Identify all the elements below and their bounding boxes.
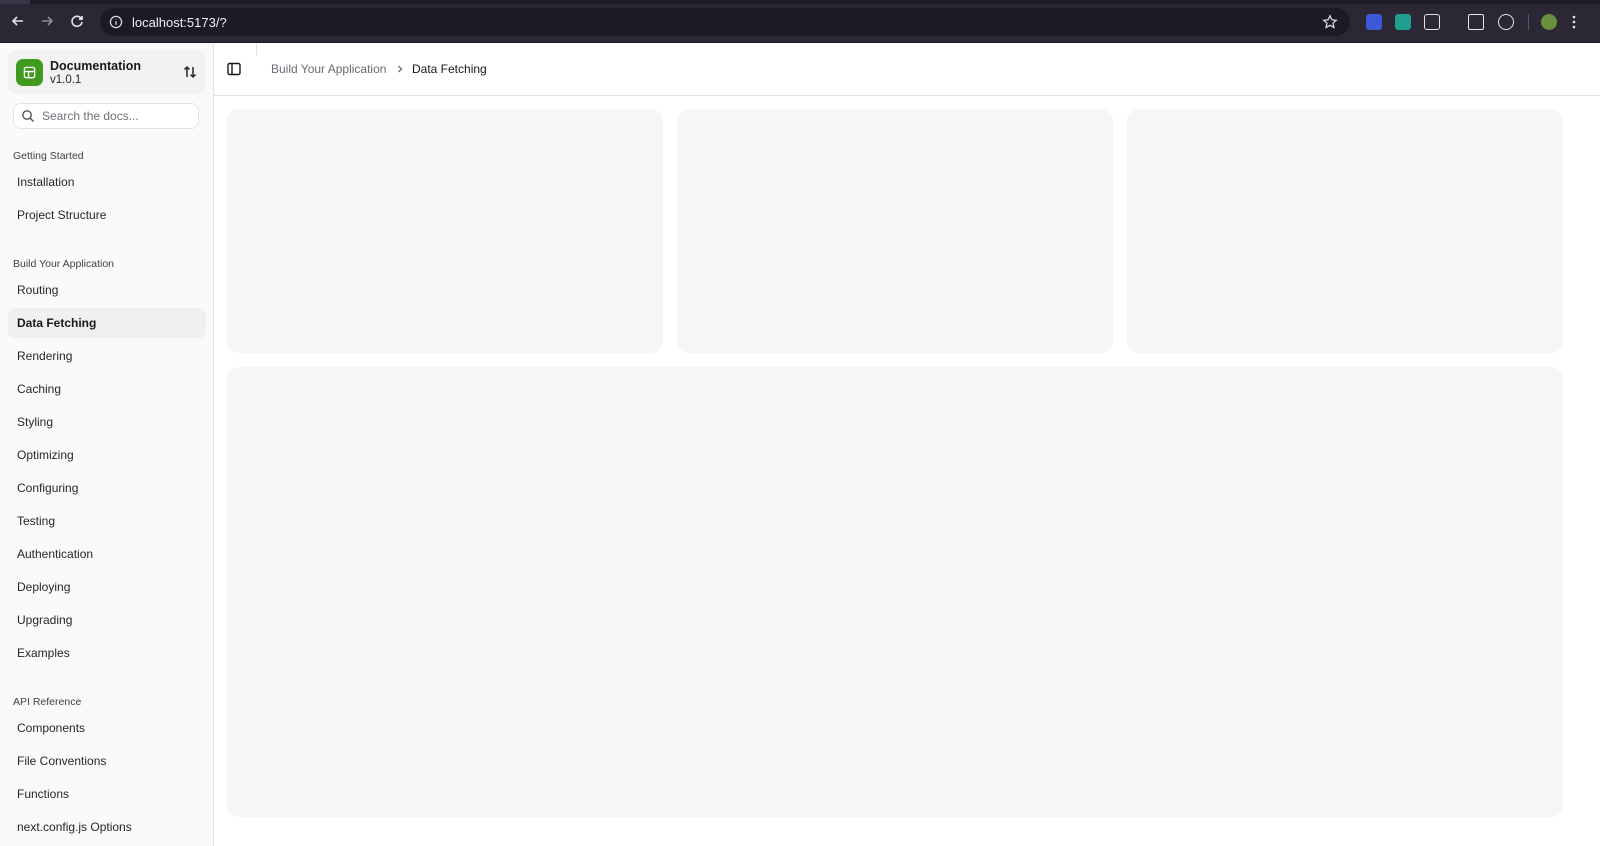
sidebar-item-label: next.config.js Options	[17, 820, 132, 834]
sidebar-item-routing[interactable]: Routing	[8, 275, 206, 305]
placeholder-card-1	[227, 109, 663, 353]
search-box[interactable]	[13, 103, 199, 129]
forward-icon[interactable]	[38, 12, 56, 30]
sidebar-item-label: Configuring	[17, 481, 79, 495]
sidebar-item-examples[interactable]: Examples	[8, 638, 206, 668]
team-version: v1.0.1	[50, 74, 82, 86]
sidebar-item-rendering[interactable]: Rendering	[8, 341, 206, 371]
sidebar-item-label: Components	[17, 721, 86, 735]
sidebar-item-next-config-options[interactable]: next.config.js Options	[8, 812, 206, 842]
sidebar-item-project-structure[interactable]: Project Structure	[8, 200, 206, 230]
more-menu-icon[interactable]	[1572, 14, 1576, 30]
site-info-icon[interactable]	[109, 15, 123, 29]
sidebar-item-caching[interactable]: Caching	[8, 374, 206, 404]
main-content: Build Your Application Data Fetching	[214, 43, 1600, 846]
sidebar-item-testing[interactable]: Testing	[8, 506, 206, 536]
sidebar-item-label: Styling	[17, 415, 54, 429]
browser-toolbar: localhost:5173/?	[0, 0, 1600, 43]
breadcrumb-current: Data Fetching	[412, 62, 487, 76]
breadcrumb-parent[interactable]: Build Your Application	[271, 62, 386, 76]
group-label-build-your-application: Build Your Application	[13, 258, 114, 270]
sidebar: Documentation v1.0.1 Getting Started Ins…	[0, 43, 214, 846]
docs-logo-icon	[16, 59, 43, 86]
bookmark-star-icon[interactable]	[1322, 14, 1338, 30]
sidebar-item-label: Deploying	[17, 580, 71, 594]
sidebar-item-file-conventions[interactable]: File Conventions	[8, 746, 206, 776]
url-text[interactable]: localhost:5173/?	[132, 15, 227, 30]
sidebar-item-label: Optimizing	[17, 448, 74, 462]
sidebar-item-label: Testing	[17, 514, 56, 528]
group-label-api-reference: API Reference	[13, 696, 82, 708]
chevron-right-icon	[398, 65, 403, 73]
screenshot-icon[interactable]	[1498, 14, 1514, 30]
address-bar[interactable]: localhost:5173/?	[100, 8, 1350, 36]
sidebar-item-label: Routing	[17, 283, 59, 297]
chevrons-up-down-icon[interactable]	[182, 64, 198, 80]
sidebar-item-label: Project Structure	[17, 208, 107, 222]
sidebar-item-label: Examples	[17, 646, 70, 660]
search-input[interactable]	[42, 109, 182, 123]
active-tab-indicator[interactable]	[0, 0, 30, 4]
translate-icon[interactable]	[1468, 14, 1484, 30]
sidebar-item-label: Data Fetching	[17, 316, 97, 330]
extensions-puzzle-icon[interactable]	[1424, 14, 1440, 30]
header-divider	[256, 43, 257, 56]
team-switcher[interactable]: Documentation v1.0.1	[8, 50, 206, 94]
sidebar-item-upgrading[interactable]: Upgrading	[8, 605, 206, 635]
sidebar-item-configuring[interactable]: Configuring	[8, 473, 206, 503]
sidebar-item-label: Authentication	[17, 547, 94, 561]
search-icon	[22, 110, 34, 122]
app-root: Documentation v1.0.1 Getting Started Ins…	[0, 43, 1600, 846]
sidebar-toggle-icon[interactable]	[226, 61, 242, 77]
sidebar-item-components[interactable]: Components	[8, 713, 206, 743]
sidebar-item-label: Functions	[17, 787, 70, 801]
sidebar-item-authentication[interactable]: Authentication	[8, 539, 206, 569]
sidebar-item-label: File Conventions	[17, 754, 107, 768]
sidebar-item-functions[interactable]: Functions	[8, 779, 206, 809]
profile-avatar-icon[interactable]	[1541, 14, 1557, 30]
placeholder-panel-large	[227, 367, 1563, 817]
sidebar-item-label: Rendering	[17, 349, 73, 363]
sidebar-item-installation[interactable]: Installation	[8, 167, 206, 197]
tab-strip	[0, 0, 1600, 4]
extension-teal-icon[interactable]	[1395, 14, 1411, 30]
sidebar-item-deploying[interactable]: Deploying	[8, 572, 206, 602]
reload-icon[interactable]	[68, 12, 86, 30]
sidebar-item-label: Upgrading	[17, 613, 73, 627]
sidebar-item-data-fetching[interactable]: Data Fetching	[8, 308, 206, 338]
team-name: Documentation	[50, 59, 141, 73]
placeholder-card-2	[677, 109, 1113, 353]
sidebar-item-label: Installation	[17, 175, 75, 189]
back-icon[interactable]	[9, 12, 27, 30]
sidebar-item-optimizing[interactable]: Optimizing	[8, 440, 206, 470]
placeholder-card-3	[1127, 109, 1563, 353]
extension-shield-icon[interactable]	[1366, 14, 1382, 30]
page-header: Build Your Application Data Fetching	[214, 43, 1600, 96]
toolbar-divider	[1528, 14, 1529, 30]
group-label-getting-started: Getting Started	[13, 150, 84, 162]
sidebar-item-label: Caching	[17, 382, 62, 396]
sidebar-item-styling[interactable]: Styling	[8, 407, 206, 437]
